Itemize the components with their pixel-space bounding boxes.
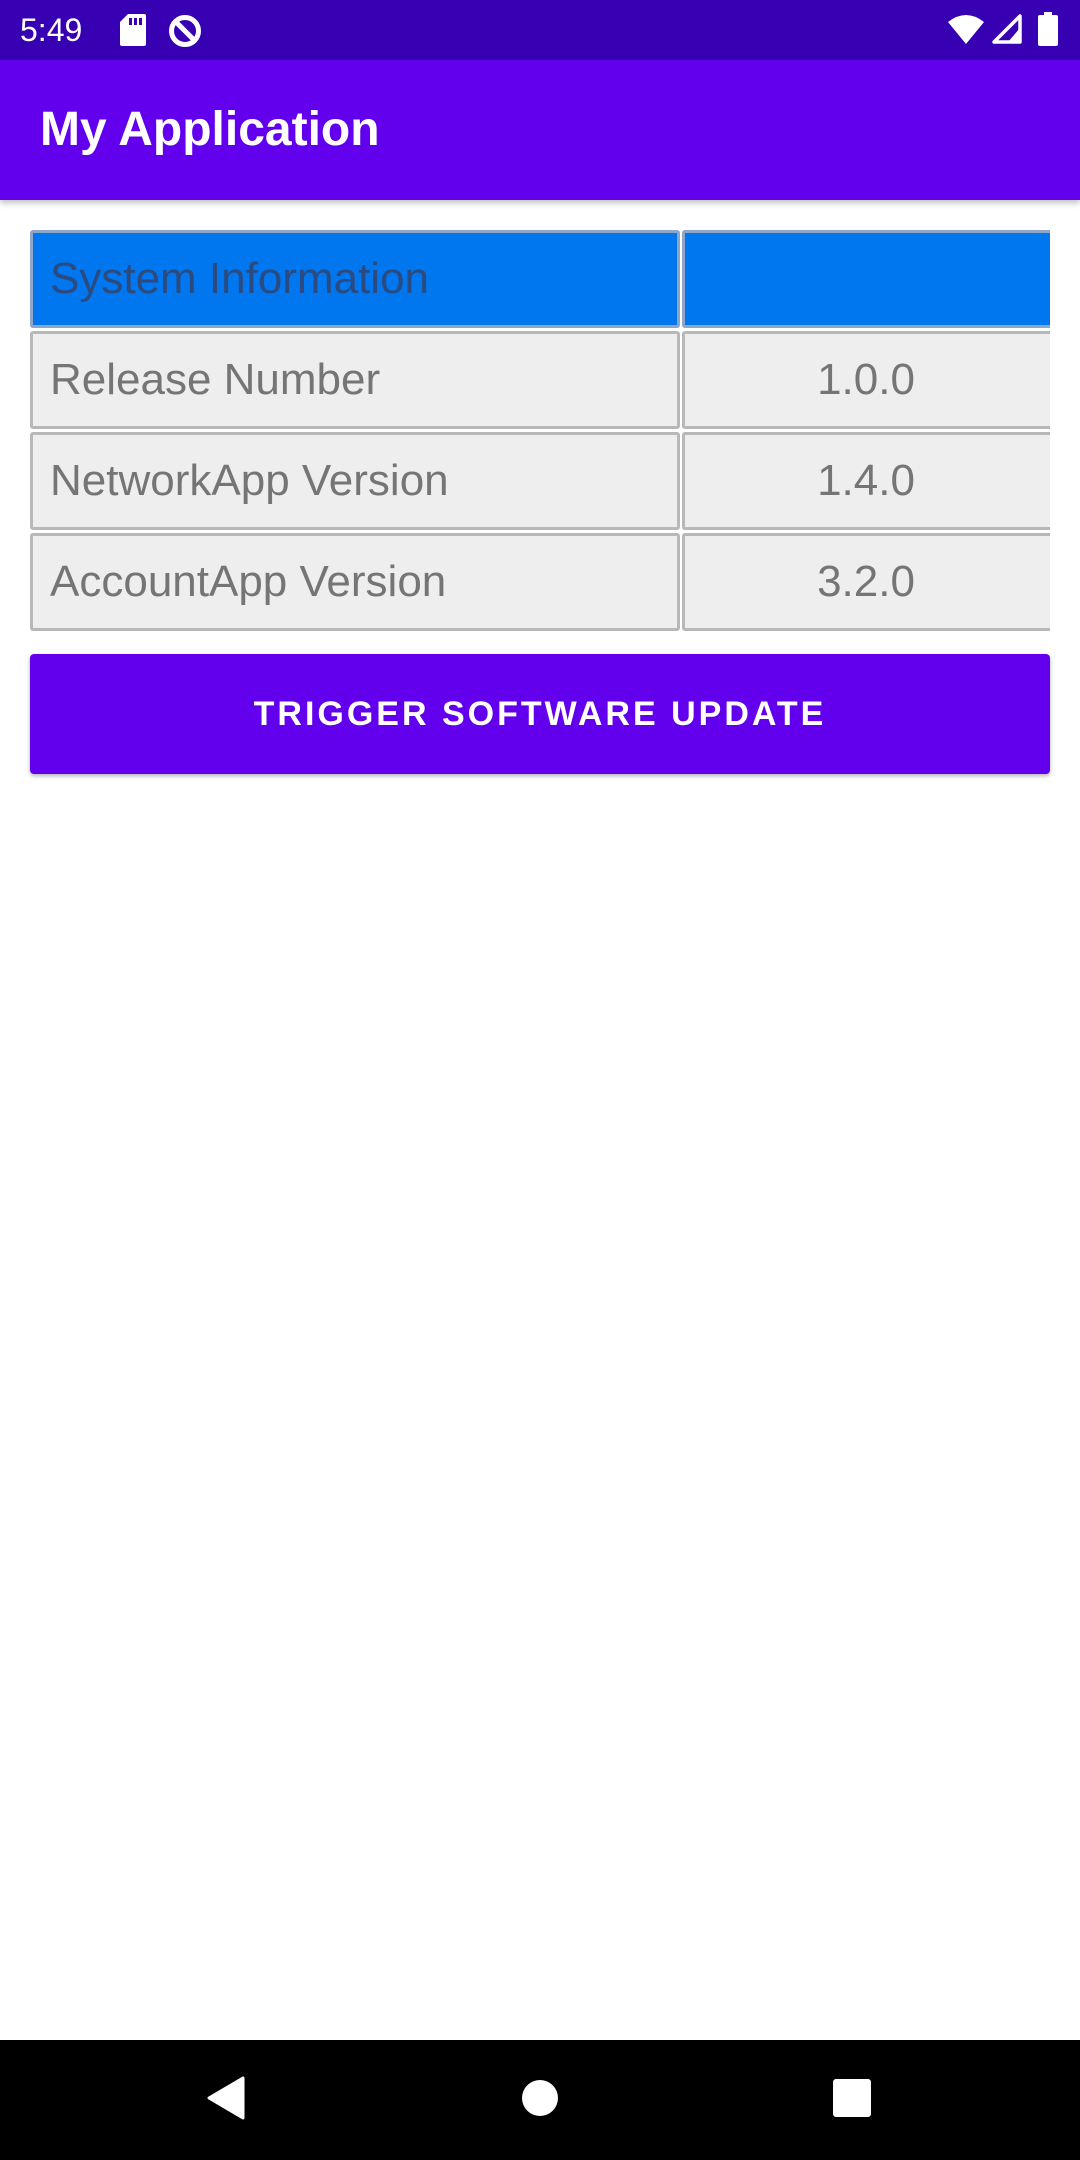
home-button[interactable] [495, 2060, 585, 2140]
wifi-icon [948, 14, 984, 49]
recents-icon [833, 2078, 871, 2122]
system-info-table: System Information Release Number 1.0.0 … [30, 230, 1050, 634]
table-header-value [682, 230, 1050, 328]
status-bar: 5:49 [0, 0, 1080, 60]
data-saver-icon [168, 14, 202, 53]
sd-card-icon [120, 14, 146, 51]
navigation-bar [0, 2040, 1080, 2160]
app-bar: My Application [0, 60, 1080, 200]
table-header-label: System Information [30, 230, 680, 328]
back-icon [205, 2076, 245, 2125]
battery-icon [1038, 12, 1058, 51]
home-icon [520, 2078, 560, 2123]
status-time: 5:49 [20, 12, 83, 48]
accountapp-version-value: 3.2.0 [682, 533, 1050, 631]
release-number-value: 1.0.0 [682, 331, 1050, 429]
trigger-software-update-button[interactable]: TRIGGER SOFTWARE UPDATE [30, 654, 1050, 774]
accountapp-version-label: AccountApp Version [30, 533, 680, 631]
release-number-label: Release Number [30, 331, 680, 429]
back-button[interactable] [180, 2060, 270, 2140]
networkapp-version-label: NetworkApp Version [30, 432, 680, 530]
networkapp-version-value: 1.4.0 [682, 432, 1050, 530]
cell-signal-icon [990, 14, 1022, 49]
app-title: My Application [40, 103, 380, 156]
recents-button[interactable] [807, 2060, 897, 2140]
